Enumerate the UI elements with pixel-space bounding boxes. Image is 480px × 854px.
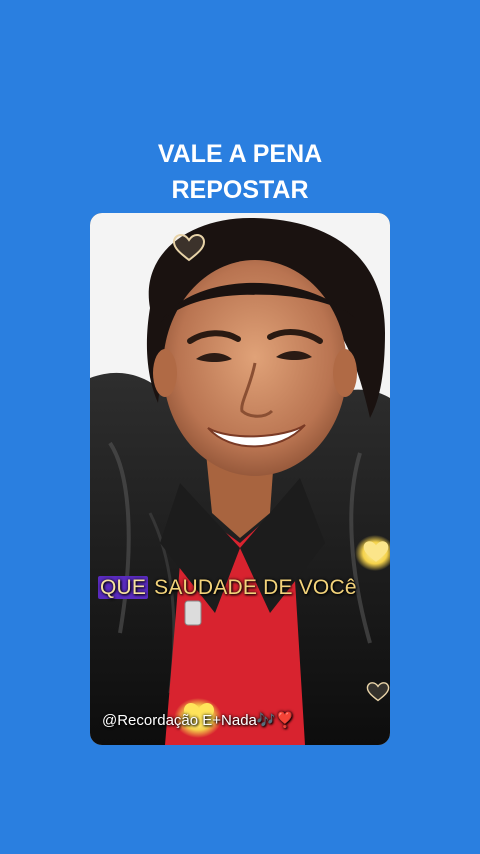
singer-photo xyxy=(90,213,390,745)
headline-line-1: VALE A PENA xyxy=(157,140,323,168)
lyrics-caption: QUE SAUDADE DE VOCê xyxy=(98,576,357,600)
lyrics-caption-highlight: QUE xyxy=(98,576,149,599)
heart-outline-icon xyxy=(366,682,390,702)
lyrics-caption-rest: SAUDADE DE VOCê xyxy=(148,576,357,599)
heart-outline-icon xyxy=(172,233,206,262)
headline: VALE A PENA REPOSTAR xyxy=(0,136,480,208)
channel-watermark: @Recordação E+Nada🎶❣️ xyxy=(102,712,295,729)
heart-glow-icon xyxy=(363,541,389,562)
headline-line-2: REPOSTAR xyxy=(171,176,309,204)
video-card[interactable]: QUE SAUDADE DE VOCê @Recordação E+Nada🎶❣… xyxy=(90,213,390,745)
